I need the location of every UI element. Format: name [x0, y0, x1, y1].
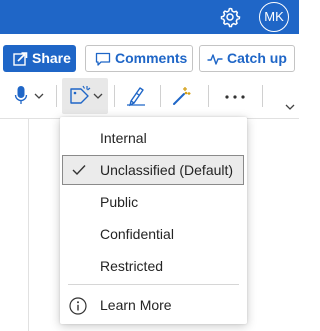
toolbar-divider	[262, 85, 263, 107]
menu-item-label: Confidential	[100, 226, 174, 242]
editor-pen-icon	[127, 87, 145, 107]
more-options-button[interactable]	[220, 76, 250, 116]
chevron-down-icon	[34, 93, 44, 99]
dictate-button[interactable]	[8, 76, 50, 116]
menu-item-restricted[interactable]: Restricted	[60, 251, 247, 281]
menu-item-unclassified[interactable]: Unclassified (Default)	[62, 155, 244, 185]
share-button-label: Share	[32, 50, 71, 66]
menu-item-confidential[interactable]: Confidential	[60, 219, 247, 249]
toolbar-divider	[56, 85, 57, 107]
sensitivity-label-icon	[70, 85, 91, 104]
expand-ribbon-button[interactable]	[280, 76, 298, 116]
comments-button[interactable]: Comments	[85, 45, 193, 72]
menu-divider	[68, 284, 239, 285]
toolbar-divider	[208, 85, 209, 107]
document-canvas-edge	[28, 119, 29, 331]
checkmark-icon	[72, 165, 86, 176]
share-icon	[13, 52, 28, 66]
chevron-down-icon	[93, 93, 103, 99]
ribbon-toolbar	[0, 76, 299, 118]
catch-up-button[interactable]: Catch up	[199, 45, 295, 72]
title-bar: MK	[0, 0, 299, 34]
menu-item-label: Unclassified (Default)	[100, 162, 234, 178]
menu-item-public[interactable]: Public	[60, 187, 247, 217]
comment-icon	[95, 52, 111, 66]
menu-item-label: Learn More	[100, 297, 172, 313]
pulse-icon	[207, 54, 223, 65]
menu-item-label: Restricted	[100, 258, 164, 274]
magic-wand-icon	[173, 87, 191, 105]
menu-item-learn-more[interactable]: Learn More	[60, 290, 247, 320]
gear-icon[interactable]	[219, 6, 241, 28]
avatar[interactable]: MK	[259, 2, 289, 32]
info-icon	[69, 297, 87, 315]
designer-button[interactable]	[168, 76, 196, 116]
toolbar-divider	[160, 85, 161, 107]
sensitivity-button[interactable]	[62, 78, 108, 114]
share-button[interactable]: Share	[3, 45, 76, 72]
menu-item-label: Internal	[100, 130, 147, 146]
menu-item-label: Public	[100, 194, 139, 210]
toolbar-divider	[114, 85, 115, 107]
comments-button-label: Comments	[115, 50, 188, 66]
catch-up-button-label: Catch up	[227, 50, 287, 66]
editor-button[interactable]	[122, 76, 150, 116]
menu-item-internal[interactable]: Internal	[60, 123, 247, 153]
microphone-icon	[14, 86, 28, 104]
chevron-down-icon	[285, 104, 295, 110]
sensitivity-menu: Internal Unclassified (Default) Public C…	[60, 117, 247, 324]
more-icon	[225, 95, 245, 99]
